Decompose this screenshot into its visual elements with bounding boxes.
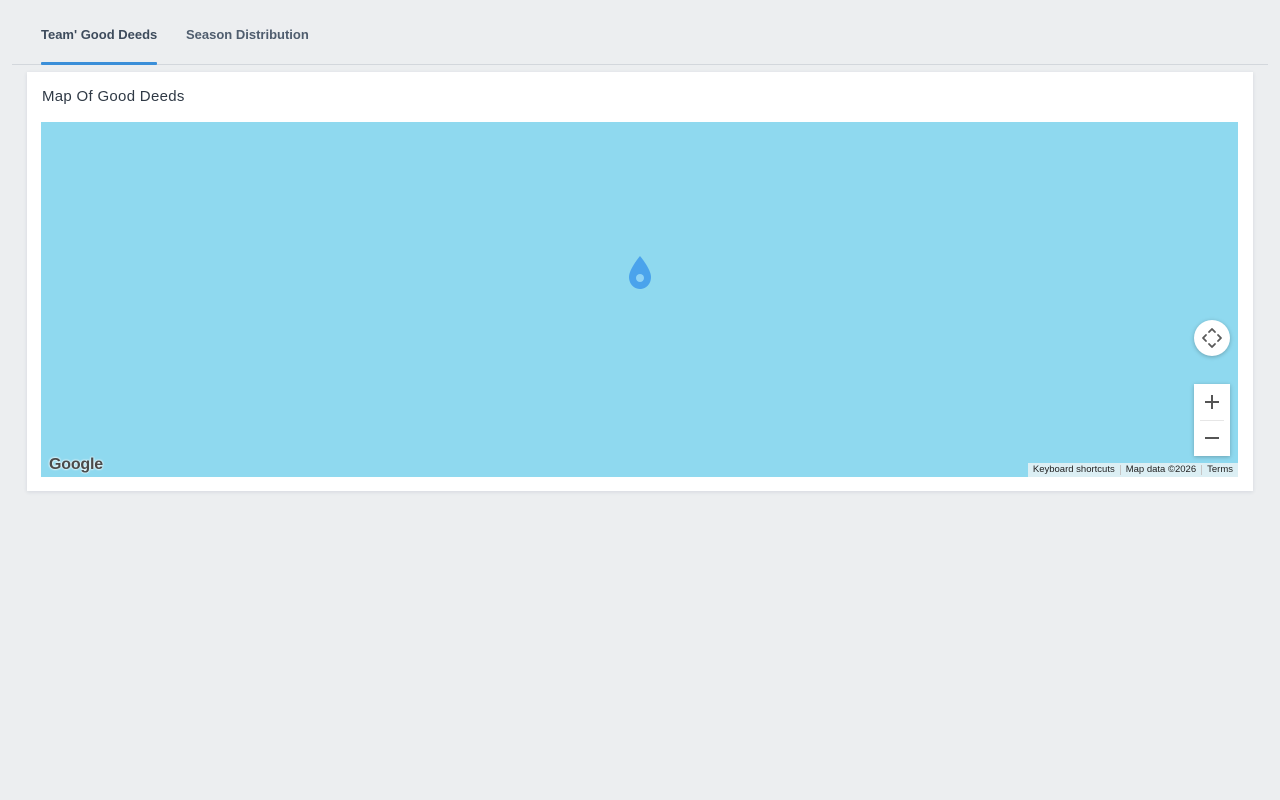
minus-icon [1205,437,1219,439]
terms-link[interactable]: Terms [1202,463,1238,477]
google-logo: Google [49,456,103,473]
card-title: Map Of Good Deeds [42,88,185,105]
map-canvas[interactable]: Google Keyboard shortcuts Map data ©2026… [41,122,1238,477]
tab-team-good-deeds[interactable]: Team' Good Deeds [41,0,157,65]
zoom-out-button[interactable] [1194,420,1230,456]
tab-season-distribution[interactable]: Season Distribution [186,0,309,64]
map-data-label: Map data ©2026 [1125,464,1197,475]
camera-control-button[interactable] [1194,320,1230,356]
camera-control-icon [1202,328,1222,348]
zoom-in-button[interactable] [1194,384,1230,420]
zoom-controls [1194,384,1230,456]
map-card: Map Of Good Deeds Google Keyboard shortc… [27,72,1253,491]
plus-icon [1205,395,1219,409]
tab-bar: Team' Good Deeds Season Distribution [12,0,1268,65]
keyboard-shortcuts-link[interactable]: Keyboard shortcuts [1028,463,1120,477]
map-marker-icon[interactable] [626,255,654,291]
map-attribution: Keyboard shortcuts Map data ©2026 Terms [1027,463,1238,477]
